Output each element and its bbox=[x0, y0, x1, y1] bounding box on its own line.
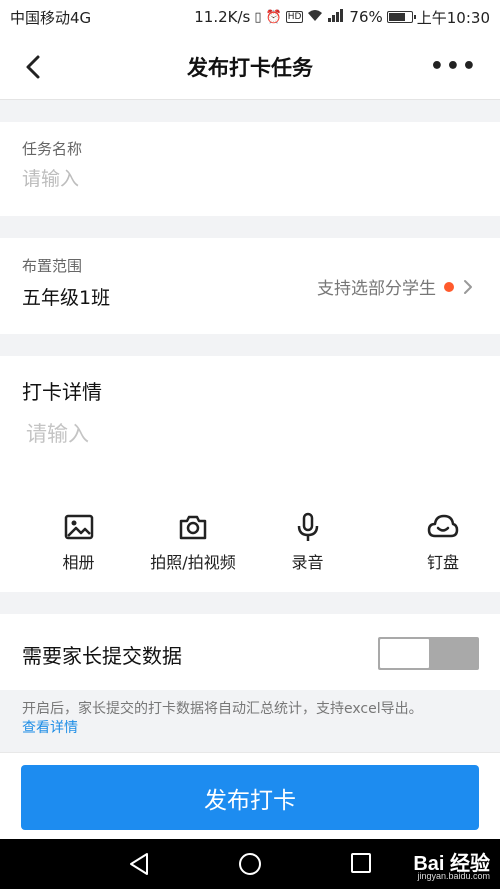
scope-section[interactable]: 布置范围 五年级1班 支持选部分学生 bbox=[0, 238, 500, 334]
ding-disk-button[interactable]: 钉盘 bbox=[386, 511, 500, 573]
cloud-icon bbox=[427, 514, 459, 538]
details-title: 打卡详情 bbox=[22, 380, 102, 404]
select-students-option[interactable]: 支持选部分学生 bbox=[317, 274, 474, 299]
wifi-icon bbox=[307, 9, 323, 26]
ding-disk-label: 钉盘 bbox=[426, 553, 459, 572]
more-options-icon[interactable]: ••• bbox=[430, 54, 478, 79]
signal-icon bbox=[327, 8, 345, 26]
carrier-label: 中国移动4G bbox=[10, 8, 92, 27]
status-bar: 中国移动4G 11.2K/s ▯ ⏰ HD 76% 上午10:30 bbox=[0, 0, 500, 34]
vibrate-icon: ▯ bbox=[254, 9, 262, 25]
network-speed: 11.2K/s bbox=[194, 8, 251, 26]
view-details-link[interactable]: 查看详情 bbox=[22, 720, 78, 736]
hd-icon: HD bbox=[285, 11, 304, 23]
page-title: 发布打卡任务 bbox=[187, 55, 313, 80]
camera-button[interactable]: 拍照/拍视频 bbox=[150, 511, 236, 573]
details-section: 打卡详情 请输入 相册 拍照/拍视频 录音 钉盘 bbox=[0, 356, 500, 592]
record-button[interactable]: 录音 bbox=[229, 511, 386, 573]
album-label: 相册 bbox=[62, 553, 95, 572]
scope-label: 布置范围 bbox=[22, 257, 83, 275]
battery-icon bbox=[386, 11, 416, 23]
alarm-icon: ⏰ bbox=[265, 9, 282, 25]
task-name-section: 任务名称 请输入 bbox=[0, 122, 500, 216]
publish-area: 发布打卡 bbox=[0, 752, 500, 839]
new-indicator-dot bbox=[444, 281, 454, 292]
parent-data-label: 需要家长提交数据 bbox=[22, 644, 182, 668]
details-input[interactable]: 请输入 bbox=[26, 418, 89, 448]
parent-data-hint: 开启后，家长提交的打卡数据将自动汇总统计，支持excel导出。 查看详情 bbox=[22, 700, 492, 738]
select-students-label: 支持选部分学生 bbox=[317, 279, 436, 299]
system-nav-bar: Bai 经验 jingyan.baidu.com bbox=[0, 839, 500, 889]
back-arrow-icon[interactable] bbox=[20, 52, 50, 82]
attachment-toolbar: 相册 拍照/拍视频 录音 钉盘 bbox=[0, 511, 500, 573]
nav-home-icon[interactable] bbox=[238, 852, 262, 876]
task-name-input[interactable]: 请输入 bbox=[22, 164, 79, 191]
scope-value: 五年级1班 bbox=[22, 287, 111, 309]
status-icons: 11.2K/s ▯ ⏰ HD 76% 上午10:30 bbox=[194, 7, 490, 28]
battery-percent: 76% bbox=[349, 8, 383, 26]
nav-bar: 发布打卡任务 ••• bbox=[0, 34, 500, 100]
nav-back-icon[interactable] bbox=[128, 852, 150, 876]
toggle-knob bbox=[380, 639, 429, 668]
clock: 上午10:30 bbox=[416, 8, 490, 27]
watermark-url: jingyan.baidu.com bbox=[417, 871, 490, 881]
task-name-label: 任务名称 bbox=[22, 140, 83, 158]
record-label: 录音 bbox=[291, 553, 324, 572]
parent-data-section: 需要家长提交数据 bbox=[0, 614, 500, 690]
nav-recents-icon[interactable] bbox=[350, 852, 372, 874]
parent-data-toggle[interactable] bbox=[378, 637, 479, 670]
image-icon bbox=[64, 514, 93, 540]
microphone-icon bbox=[297, 512, 318, 541]
publish-button[interactable]: 发布打卡 bbox=[21, 765, 479, 830]
chevron-right-icon bbox=[464, 279, 472, 294]
camera-icon bbox=[179, 515, 207, 540]
hint-text: 开启后，家长提交的打卡数据将自动汇总统计，支持excel导出。 bbox=[22, 701, 423, 717]
camera-label: 拍照/拍视频 bbox=[150, 553, 236, 572]
album-button[interactable]: 相册 bbox=[0, 511, 157, 573]
